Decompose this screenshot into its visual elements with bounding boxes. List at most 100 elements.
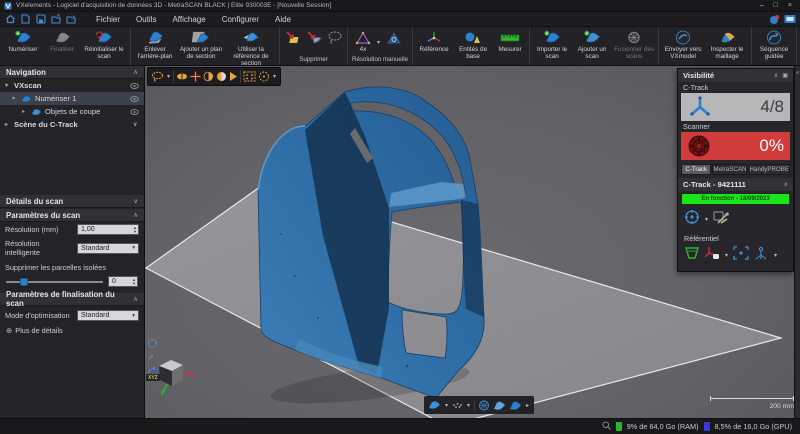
connection-status-icon[interactable] <box>783 14 796 25</box>
ajouter-plan-section-button[interactable]: Ajouter un plan de section <box>177 28 225 60</box>
parcelles-input[interactable]: 0 ▲ ▼ <box>108 276 138 287</box>
navigation-collapse-icon[interactable]: ∧ <box>133 68 138 76</box>
optimisation-select[interactable]: Standard ▾ <box>77 310 139 321</box>
probe-reference-icon[interactable] <box>704 246 720 265</box>
target-grid-icon[interactable] <box>243 71 256 82</box>
visibility-header[interactable]: Visibilité ∧ ▣ <box>678 69 793 82</box>
plus-details-link[interactable]: ⊕ Plus de détails <box>0 323 144 338</box>
calibration-tools-icon[interactable] <box>713 210 730 230</box>
tripod-dropdown-icon[interactable]: ▾ <box>773 252 778 259</box>
lasso-dropdown-icon[interactable]: ▾ <box>166 73 171 80</box>
reference-button[interactable]: Référence <box>415 28 453 53</box>
wireframe-mode-icon[interactable] <box>478 400 490 411</box>
supprimer-maillage-button[interactable] <box>303 28 324 45</box>
optimize-dropdown-icon[interactable]: ▾ <box>704 216 709 223</box>
menu-aide[interactable]: Aide <box>268 14 298 25</box>
resolution-intelligente-select[interactable]: Standard ▾ <box>77 242 139 254</box>
visibility-float-icon[interactable]: ▣ <box>782 72 788 79</box>
tree-item-scene-ctrack[interactable]: ▸ Scène du C-Track ∨ <box>0 118 144 131</box>
open-session-icon[interactable] <box>49 14 62 25</box>
parametres-collapse-icon[interactable]: ∧ <box>133 211 138 219</box>
importer-scan-button[interactable]: Importer le scan <box>532 28 572 60</box>
resolution-4x-button[interactable]: 4x <box>350 28 376 53</box>
sequence-guidee-button[interactable]: Séquence guidée <box>754 28 794 60</box>
lasso-select-icon[interactable] <box>151 71 164 82</box>
resolution-zone-button[interactable] <box>381 28 407 45</box>
tree-item-objets-coupe[interactable]: ▸ Objets de coupe <box>0 105 144 118</box>
notification-icon[interactable] <box>768 14 781 25</box>
objets-visibility-icon[interactable] <box>130 108 139 115</box>
collapsed-panel-strip[interactable]: « <box>794 66 800 418</box>
maximize-button[interactable]: □ <box>774 1 778 11</box>
calibration-cone-icon[interactable] <box>684 246 700 265</box>
zoom-indicator-icon[interactable] <box>602 421 611 432</box>
probe-dropdown-icon[interactable]: ▾ <box>724 252 729 259</box>
numeriser-button[interactable]: Numériser <box>2 28 44 53</box>
visibility-collapse-icon[interactable]: ∧ <box>774 72 778 79</box>
slider-knob[interactable] <box>19 277 28 286</box>
navigation-cube[interactable] <box>145 334 197 396</box>
objets-expander-icon[interactable]: ▸ <box>22 108 28 115</box>
parcelles-slider[interactable] <box>6 277 103 287</box>
close-button[interactable]: × <box>788 1 792 11</box>
finalisation-collapse-icon[interactable]: ∧ <box>133 295 138 303</box>
inspecter-maillage-button[interactable]: Inspecter le maillage <box>705 28 749 60</box>
vxscan-expander-icon[interactable]: ▾ <box>5 82 11 89</box>
device-collapse-icon[interactable]: ∧ <box>784 181 788 188</box>
menu-outils[interactable]: Outils <box>129 14 163 25</box>
expand-panel-icon[interactable]: « <box>795 70 800 76</box>
mesh-mode-icon[interactable] <box>493 400 506 411</box>
render-more-icon[interactable]: ▸ <box>525 402 530 409</box>
solid-mode-icon[interactable] <box>509 400 522 411</box>
reinitialiser-scan-button[interactable]: Réinitialiser le scan <box>80 28 128 60</box>
scene-collapse-icon[interactable]: ∨ <box>133 121 139 128</box>
ajouter-scan-button[interactable]: Ajouter un scan <box>572 28 612 60</box>
select-through-icon[interactable] <box>176 71 188 82</box>
finalisation-header[interactable]: Paramètres de finalisation du scan ∧ <box>0 290 144 308</box>
parcelles-spinner[interactable]: ▲ ▼ <box>132 277 136 286</box>
minimize-button[interactable]: – <box>760 1 764 11</box>
details-collapse-icon[interactable]: ∨ <box>133 197 138 205</box>
details-scan-header[interactable]: Détails du scan ∨ <box>0 195 144 208</box>
entites-de-base-button[interactable]: Entités de base <box>453 28 493 60</box>
dynamic-referential-icon[interactable] <box>733 246 749 265</box>
numeriser1-visibility-icon[interactable] <box>130 95 139 102</box>
surface-mode-icon[interactable] <box>428 400 441 410</box>
vxscan-visibility-icon[interactable] <box>130 82 139 89</box>
save-session-icon[interactable] <box>34 14 47 25</box>
grow-selection-icon[interactable] <box>216 71 227 82</box>
resolution-spinner[interactable]: ▲ ▼ <box>133 225 137 234</box>
step-selection-icon[interactable] <box>229 71 238 82</box>
envoyer-vxmodel-button[interactable]: Envoyer vers VXmodel <box>661 28 705 60</box>
invert-selection-icon[interactable] <box>203 71 214 82</box>
optimize-targets-icon[interactable] <box>684 209 700 230</box>
enlever-arriere-plan-button[interactable]: Enlever l'arrière-plan <box>133 28 177 60</box>
new-session-icon[interactable] <box>19 14 32 25</box>
tree-item-numeriser1[interactable]: ▾ Numériser 1 <box>0 92 144 105</box>
tab-ctrack[interactable]: C-Track <box>681 164 712 175</box>
target-circle-icon[interactable] <box>258 71 270 82</box>
tab-handyprobe[interactable]: HandyPROBE <box>748 164 790 175</box>
menu-configurer[interactable]: Configurer <box>215 14 266 25</box>
mesurer-button[interactable]: Mesurer <box>493 28 527 53</box>
supprimer-plan-button[interactable] <box>282 28 303 45</box>
resolution-input[interactable]: 1,00 ▲ ▼ <box>77 224 139 235</box>
navigation-header[interactable]: Navigation ∧ <box>0 66 144 79</box>
tripod-referential-icon[interactable] <box>753 246 769 265</box>
scene-expander-icon[interactable]: ▸ <box>5 121 11 128</box>
export-session-icon[interactable] <box>64 14 77 25</box>
tab-metrascan[interactable]: MetraSCAN <box>712 164 748 175</box>
select-all-icon[interactable] <box>190 71 201 82</box>
points-mode-dropdown-icon[interactable]: ▾ <box>466 402 471 409</box>
targets-dropdown-icon[interactable]: ▾ <box>272 73 277 80</box>
points-mode-icon[interactable] <box>452 401 463 409</box>
parametres-scan-header[interactable]: Paramètres du scan ∧ <box>0 209 144 222</box>
tree-item-vxscan[interactable]: ▾ VXscan <box>0 79 144 92</box>
home-icon[interactable] <box>4 14 17 25</box>
utiliser-reference-section-button[interactable]: Utiliser la référence de section <box>225 28 277 68</box>
surface-mode-dropdown-icon[interactable]: ▾ <box>444 402 449 409</box>
numeriser1-expander-icon[interactable]: ▾ <box>12 95 18 102</box>
menu-fichier[interactable]: Fichier <box>89 14 127 25</box>
ctrack-device-header[interactable]: C-Track - 9421111 ∧ <box>678 178 793 191</box>
menu-affichage[interactable]: Affichage <box>165 14 212 25</box>
